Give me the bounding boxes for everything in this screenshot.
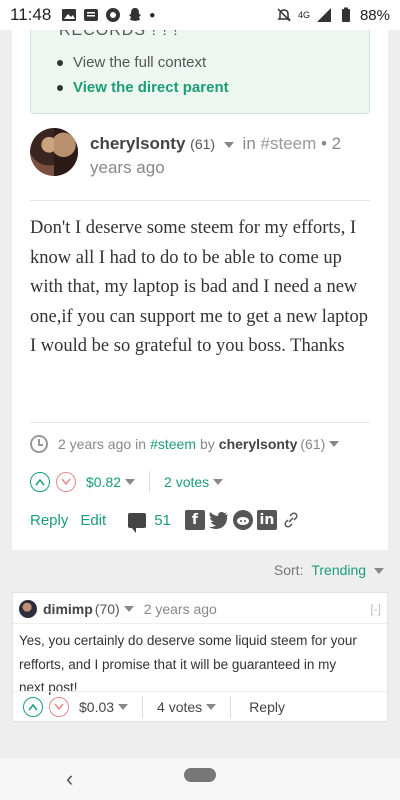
reply-author-name[interactable]: dimimp bbox=[43, 601, 93, 617]
bullet-icon bbox=[57, 59, 63, 66]
reply-age[interactable]: 2 years ago bbox=[144, 601, 217, 617]
link-icon[interactable] bbox=[281, 510, 301, 530]
back-chevron-icon[interactable]: ‹ bbox=[66, 766, 73, 792]
divider bbox=[149, 471, 151, 493]
context-links: View the full context View the direct pa… bbox=[57, 50, 229, 100]
network-label: 4G bbox=[297, 10, 310, 20]
downvote-button[interactable] bbox=[49, 696, 69, 717]
share-icons: f in bbox=[184, 510, 313, 530]
chevron-down-icon[interactable] bbox=[118, 703, 129, 710]
divider bbox=[142, 695, 144, 718]
payout-value[interactable]: $0.82 bbox=[86, 474, 121, 490]
reply-body: Yes, you certainly do deserve some liqui… bbox=[19, 633, 357, 695]
clock-icon bbox=[30, 435, 48, 453]
chevron-down-icon bbox=[54, 703, 64, 710]
post-author-row: cherylsonty (61) in #steem • 2 years ago bbox=[30, 128, 370, 184]
reply-header: dimimp (70) 2 years ago [-] bbox=[19, 599, 381, 619]
chain-link-icon bbox=[284, 512, 298, 528]
page-content: RECORDS ! ! ! View the full context View… bbox=[0, 30, 400, 758]
twitter-icon[interactable] bbox=[208, 510, 229, 530]
signal-icon bbox=[316, 8, 331, 22]
status-time: 11:48 bbox=[10, 5, 52, 24]
downvote-button[interactable] bbox=[56, 472, 76, 492]
comment-count[interactable]: 51 bbox=[154, 512, 171, 529]
reply-card: dimimp (70) 2 years ago [-] Yes, you cer… bbox=[12, 592, 388, 722]
author-reputation: (61) bbox=[190, 136, 216, 152]
sort-label: Sort: bbox=[273, 562, 304, 578]
bullet-icon bbox=[57, 84, 63, 91]
view-direct-parent-link[interactable]: View the direct parent bbox=[57, 75, 229, 100]
vote-row: $0.82 2 votes bbox=[30, 470, 370, 494]
snapchat-icon bbox=[129, 8, 142, 21]
edit-button[interactable]: Edit bbox=[80, 512, 106, 529]
records-heading: RECORDS ! ! ! bbox=[59, 30, 179, 39]
news-icon bbox=[84, 9, 99, 21]
post-body: Don't I deserve some steem for my effort… bbox=[30, 218, 369, 356]
reply-payout-value[interactable]: $0.03 bbox=[79, 699, 114, 715]
chevron-down-icon[interactable] bbox=[125, 479, 136, 485]
sort-dropdown[interactable]: Trending bbox=[311, 562, 366, 578]
status-right: 4G 88% bbox=[276, 7, 390, 24]
chevron-up-icon bbox=[28, 703, 38, 710]
home-pill-icon[interactable] bbox=[184, 768, 216, 782]
view-full-context-label: View the full context bbox=[73, 54, 207, 71]
mute-icon bbox=[277, 8, 291, 22]
reddit-face-icon bbox=[236, 517, 249, 525]
upvote-button[interactable] bbox=[30, 472, 50, 492]
divider bbox=[230, 695, 232, 718]
avatar[interactable] bbox=[30, 128, 78, 176]
linkedin-icon[interactable]: in bbox=[256, 510, 277, 530]
chevron-down-icon[interactable] bbox=[123, 606, 134, 612]
author-name[interactable]: cherylsonty bbox=[90, 134, 185, 153]
chevron-down-icon[interactable] bbox=[206, 703, 217, 710]
chevron-down-icon bbox=[61, 478, 71, 486]
gallery-icon bbox=[62, 9, 77, 21]
meta-tag[interactable]: #steem bbox=[150, 436, 196, 452]
chevron-down-icon[interactable] bbox=[213, 479, 224, 485]
upvote-button[interactable] bbox=[23, 696, 43, 717]
sort-row: Sort: Trending bbox=[0, 562, 388, 584]
status-bar: 11:48 ● 4G 88% bbox=[0, 0, 400, 30]
meta-reputation: (61) bbox=[300, 436, 326, 452]
divider bbox=[30, 200, 370, 201]
reply-footer: $0.03 4 votes Reply bbox=[13, 691, 387, 721]
divider bbox=[30, 422, 370, 423]
facebook-icon[interactable]: f bbox=[184, 510, 205, 530]
chevron-down-icon[interactable] bbox=[223, 141, 234, 148]
avatar[interactable] bbox=[19, 600, 37, 618]
battery-icon bbox=[341, 7, 350, 22]
battery-level: 88% bbox=[359, 6, 390, 24]
reddit-icon[interactable] bbox=[232, 510, 253, 530]
reply-votes-count[interactable]: 4 votes bbox=[157, 699, 202, 715]
comment-icon[interactable] bbox=[128, 512, 147, 533]
twitter-bird-icon bbox=[208, 512, 228, 529]
category-tag[interactable]: #steem bbox=[261, 134, 317, 153]
in-label: in bbox=[242, 134, 256, 153]
collapse-button[interactable]: [-] bbox=[370, 602, 381, 616]
navigation-bar: ‹ bbox=[0, 758, 400, 800]
chevron-up-icon bbox=[35, 478, 45, 486]
votes-count[interactable]: 2 votes bbox=[164, 474, 209, 490]
view-direct-parent-label: View the direct parent bbox=[73, 79, 229, 96]
post-meta-row: 2 years ago in #steem by cherylsonty (61… bbox=[30, 432, 370, 456]
reply-author-reputation: (70) bbox=[94, 601, 120, 617]
view-full-context-link[interactable]: View the full context bbox=[57, 50, 229, 75]
post-actions: Reply Edit 51 f in bbox=[30, 506, 375, 534]
more-notifications-icon: ● bbox=[149, 9, 156, 21]
meta-age[interactable]: 2 years ago bbox=[58, 436, 131, 452]
post-author-meta: cherylsonty (61) in #steem • 2 years ago bbox=[90, 132, 370, 180]
context-box: RECORDS ! ! ! View the full context View… bbox=[30, 30, 370, 114]
divider bbox=[13, 623, 387, 624]
meta-in: in bbox=[135, 436, 147, 452]
chevron-down-icon[interactable] bbox=[374, 568, 384, 575]
whatsapp-icon bbox=[106, 8, 121, 22]
notification-icons: ● bbox=[61, 7, 155, 23]
post-card: RECORDS ! ! ! View the full context View… bbox=[12, 30, 388, 550]
chevron-down-icon[interactable] bbox=[329, 441, 340, 447]
meta-author[interactable]: cherylsonty bbox=[219, 436, 298, 452]
reply-button[interactable]: Reply bbox=[30, 512, 68, 529]
reply-reply-button[interactable]: Reply bbox=[249, 699, 285, 715]
meta-by: by bbox=[200, 436, 215, 452]
